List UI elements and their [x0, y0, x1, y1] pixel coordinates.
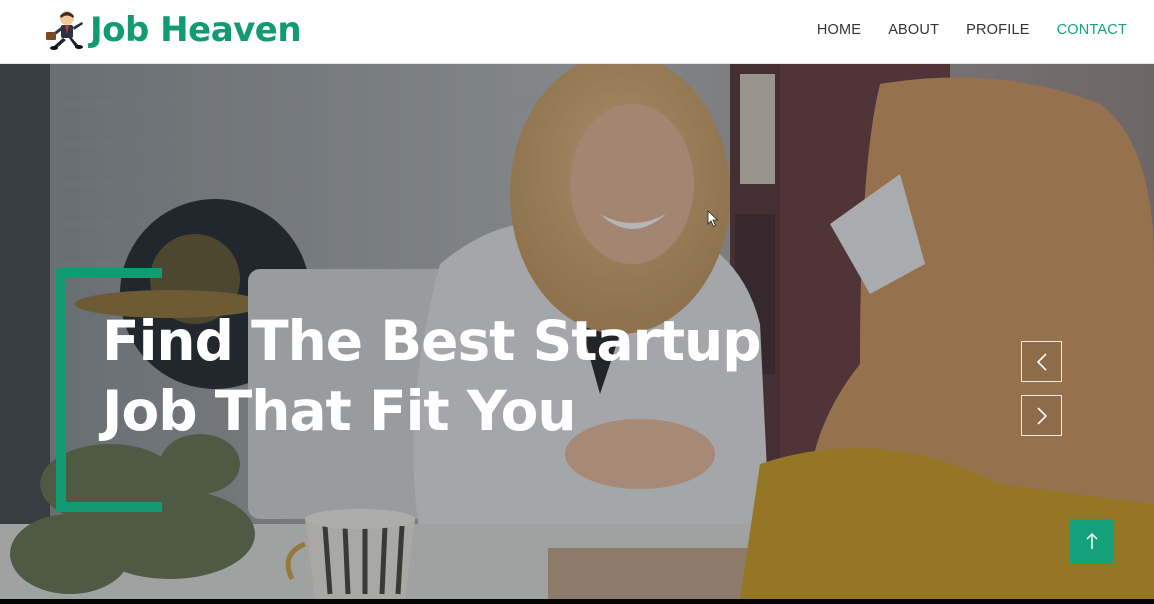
- brand-logo-link[interactable]: Job Heaven: [44, 8, 302, 52]
- site-header: Job Heaven HOME ABOUT PROFILE CONTACT: [0, 0, 1154, 64]
- mouse-cursor-icon: [707, 210, 719, 228]
- chevron-right-icon: [1036, 406, 1047, 425]
- hero-headline-line-1: Find The Best Startup: [102, 309, 762, 373]
- hero-slider: Find The Best Startup Job That Fit You: [0, 64, 1154, 599]
- nav-home[interactable]: HOME: [817, 22, 861, 38]
- nav-contact[interactable]: CONTACT: [1057, 22, 1127, 38]
- chevron-left-icon: [1036, 352, 1047, 371]
- hero-headline: Find The Best Startup Job That Fit You: [102, 306, 862, 446]
- hero-headline-line-2: Job That Fit You: [102, 379, 577, 443]
- main-nav: HOME ABOUT PROFILE CONTACT: [790, 0, 1127, 60]
- runner-businessman-icon: [46, 11, 83, 50]
- slider-next-button[interactable]: [1021, 395, 1062, 436]
- bottom-edge: [0, 599, 1154, 604]
- brand-name: Job Heaven: [90, 10, 302, 50]
- scroll-to-top-button[interactable]: [1070, 519, 1114, 563]
- arrow-up-icon: [1086, 532, 1098, 549]
- nav-about[interactable]: ABOUT: [888, 22, 939, 38]
- nav-profile[interactable]: PROFILE: [966, 22, 1029, 38]
- slider-prev-button[interactable]: [1021, 341, 1062, 382]
